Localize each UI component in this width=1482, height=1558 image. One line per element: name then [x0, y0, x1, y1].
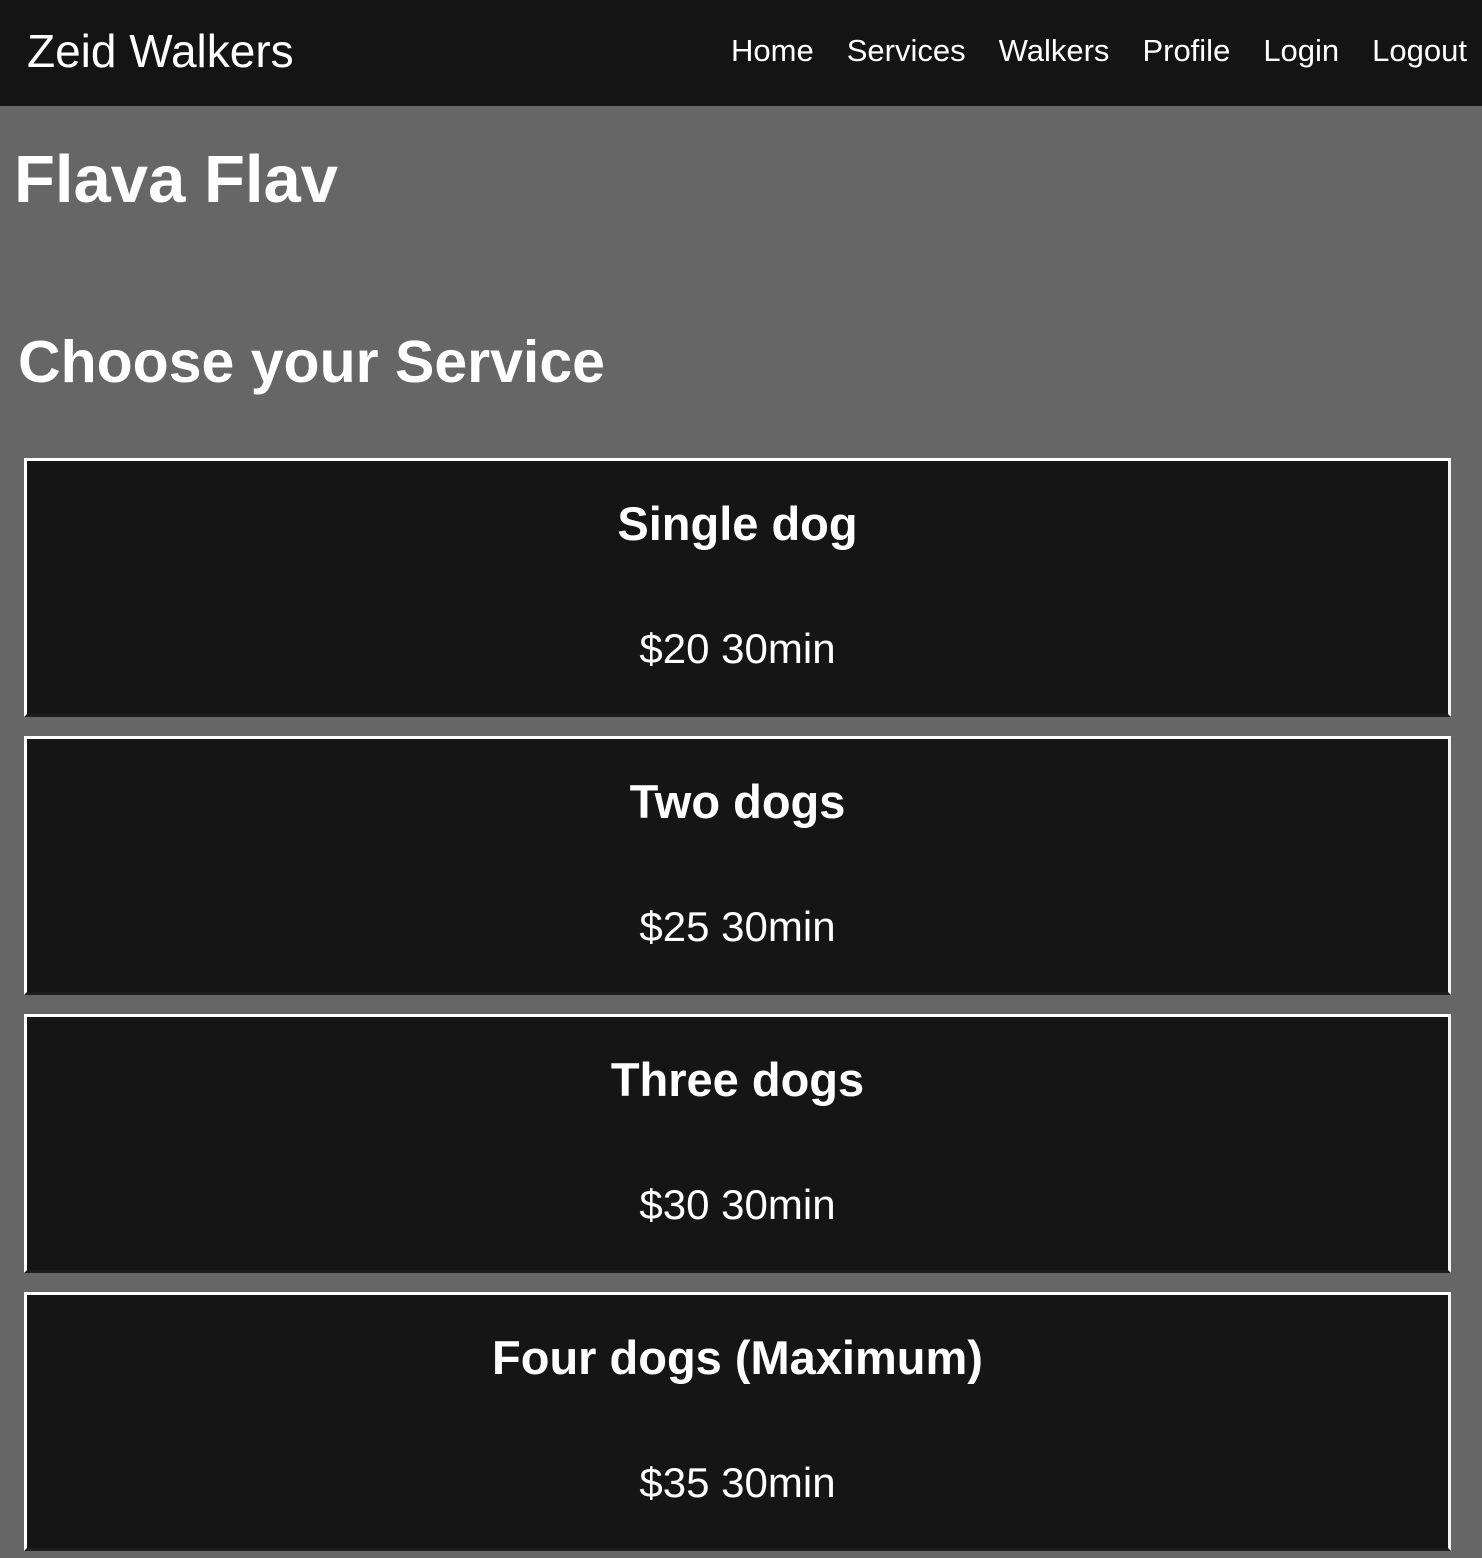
service-name: Two dogs — [629, 775, 846, 828]
nav-link-login[interactable]: Login — [1263, 32, 1339, 70]
nav-link-services[interactable]: Services — [847, 32, 966, 70]
service-price: $20 30min — [639, 625, 836, 672]
service-name: Single dog — [617, 497, 858, 550]
nav-links: Home Services Walkers Profile Login Logo… — [731, 32, 1467, 70]
service-name: Four dogs (Maximum) — [492, 1331, 983, 1384]
service-name: Three dogs — [610, 1053, 865, 1106]
service-card-single-dog[interactable]: Single dog $20 30min — [24, 458, 1451, 717]
service-price: $25 30min — [639, 903, 836, 950]
service-card-three-dogs[interactable]: Three dogs $30 30min — [24, 1014, 1451, 1273]
nav-link-walkers[interactable]: Walkers — [999, 32, 1110, 70]
service-price: $30 30min — [639, 1181, 836, 1228]
brand-link[interactable]: Zeid Walkers — [27, 24, 294, 78]
section-title: Choose your Service — [18, 329, 605, 395]
service-card-four-dogs[interactable]: Four dogs (Maximum) $35 30min — [24, 1292, 1451, 1551]
walker-name-heading: Flava Flav — [14, 142, 339, 217]
navbar: Zeid Walkers Home Services Walkers Profi… — [0, 0, 1482, 106]
service-card-two-dogs[interactable]: Two dogs $25 30min — [24, 736, 1451, 995]
service-price: $35 30min — [639, 1459, 836, 1506]
nav-link-logout[interactable]: Logout — [1372, 32, 1467, 70]
nav-link-profile[interactable]: Profile — [1142, 32, 1230, 70]
nav-link-home[interactable]: Home — [731, 32, 814, 70]
